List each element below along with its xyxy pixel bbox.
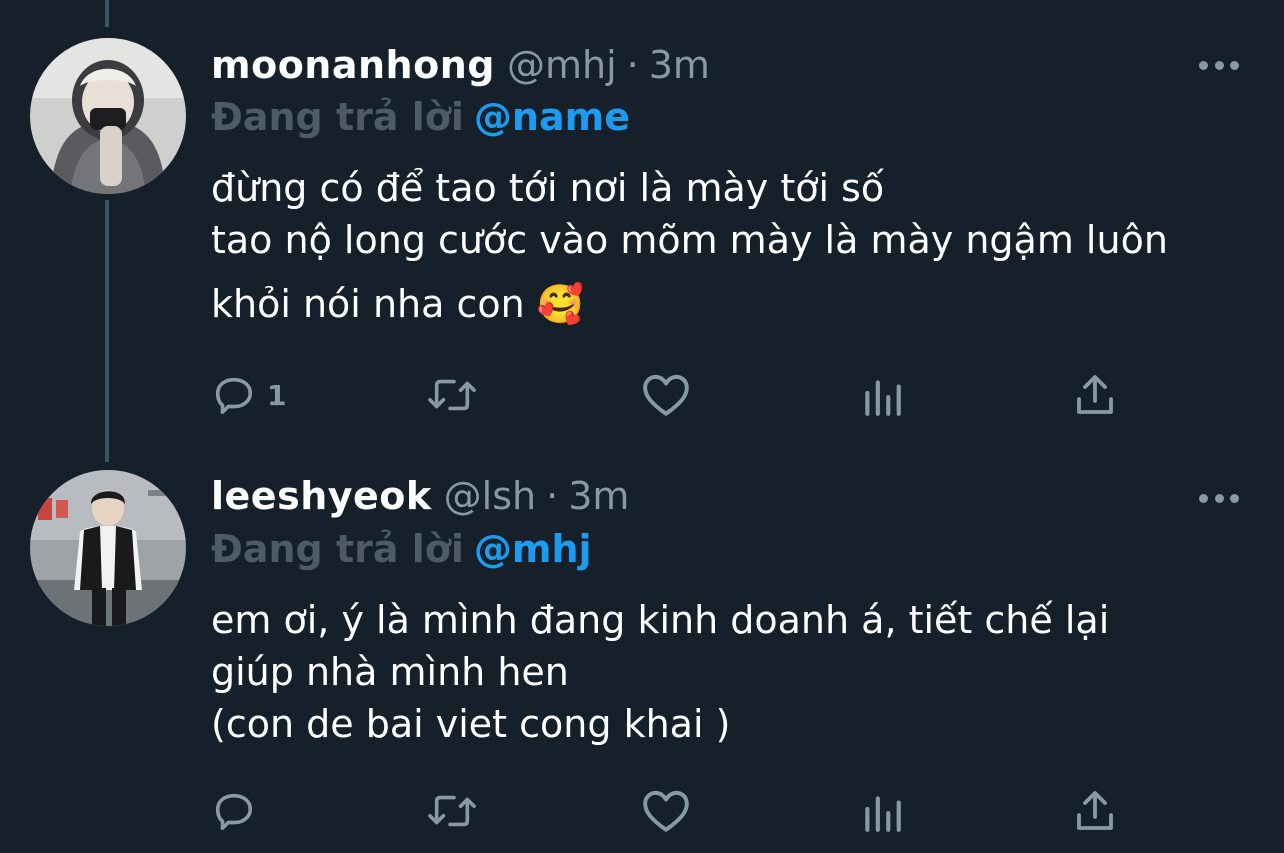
separator-dot: · bbox=[546, 474, 559, 518]
analytics-button[interactable] bbox=[861, 788, 903, 834]
timestamp[interactable]: 3m bbox=[568, 471, 629, 521]
replying-mention[interactable]: @name bbox=[474, 95, 630, 139]
tweet-text: em ơi, ý là mình đang kinh doanh á, tiết… bbox=[211, 594, 1261, 750]
analytics-icon bbox=[865, 796, 901, 832]
tweet[interactable]: leeshyeok @lsh · 3m Đang trả lời @mhj em … bbox=[0, 440, 1284, 853]
tweet-text: đừng có để tao tới nơi là mày tới số tao… bbox=[211, 162, 1261, 330]
tweet-text-line: khỏi nói nha con 🥰 bbox=[211, 282, 585, 326]
timestamp[interactable]: 3m bbox=[649, 40, 710, 90]
analytics-button[interactable] bbox=[861, 372, 903, 418]
separator-dot: · bbox=[626, 43, 639, 87]
reply-button[interactable] bbox=[211, 788, 267, 834]
share-icon bbox=[1077, 375, 1113, 414]
analytics-icon bbox=[865, 380, 901, 416]
more-icon[interactable] bbox=[1199, 492, 1239, 504]
tweet-text-line: giúp nhà mình hen bbox=[211, 650, 569, 694]
tweet-text-line: (con de bai viet cong khai ) bbox=[211, 702, 731, 746]
retweet-icon bbox=[428, 379, 476, 411]
user-handle[interactable]: @mhj bbox=[507, 40, 617, 90]
share-button[interactable] bbox=[1073, 788, 1117, 834]
avatar[interactable] bbox=[30, 470, 186, 626]
reply-icon bbox=[215, 793, 253, 831]
like-button[interactable] bbox=[641, 788, 691, 834]
display-name[interactable]: moonanhong bbox=[211, 40, 495, 90]
user-handle[interactable]: @lsh bbox=[444, 471, 536, 521]
retweet-button[interactable] bbox=[424, 372, 480, 418]
avatar[interactable] bbox=[30, 38, 186, 194]
replying-mention[interactable]: @mhj bbox=[474, 527, 592, 571]
reply-icon bbox=[215, 377, 253, 415]
like-button[interactable] bbox=[641, 372, 691, 418]
replying-label: Đang trả lời bbox=[211, 527, 464, 571]
heart-icon bbox=[643, 374, 689, 416]
display-name[interactable]: leeshyeok bbox=[211, 471, 432, 521]
heart-icon bbox=[643, 790, 689, 832]
tweet[interactable]: moonanhong @mhj · 3m Đang trả lời @name đ… bbox=[0, 0, 1284, 440]
tweet-text-line: tao nộ long cước vào mõm mày là mày ngậm… bbox=[211, 218, 1168, 262]
share-button[interactable] bbox=[1073, 372, 1117, 418]
retweet-icon bbox=[428, 795, 476, 827]
more-icon[interactable] bbox=[1199, 59, 1239, 71]
replying-label: Đang trả lời bbox=[211, 95, 464, 139]
tweet-text-line: đừng có để tao tới nơi là mày tới số bbox=[211, 166, 885, 210]
tweet-text-line: em ơi, ý là mình đang kinh doanh á, tiết… bbox=[211, 598, 1110, 642]
avatar-image bbox=[30, 470, 186, 626]
reply-button[interactable]: 1 bbox=[211, 372, 286, 418]
retweet-button[interactable] bbox=[424, 788, 480, 834]
avatar-image bbox=[30, 38, 186, 194]
reply-count: 1 bbox=[267, 378, 287, 412]
share-icon bbox=[1077, 791, 1113, 830]
